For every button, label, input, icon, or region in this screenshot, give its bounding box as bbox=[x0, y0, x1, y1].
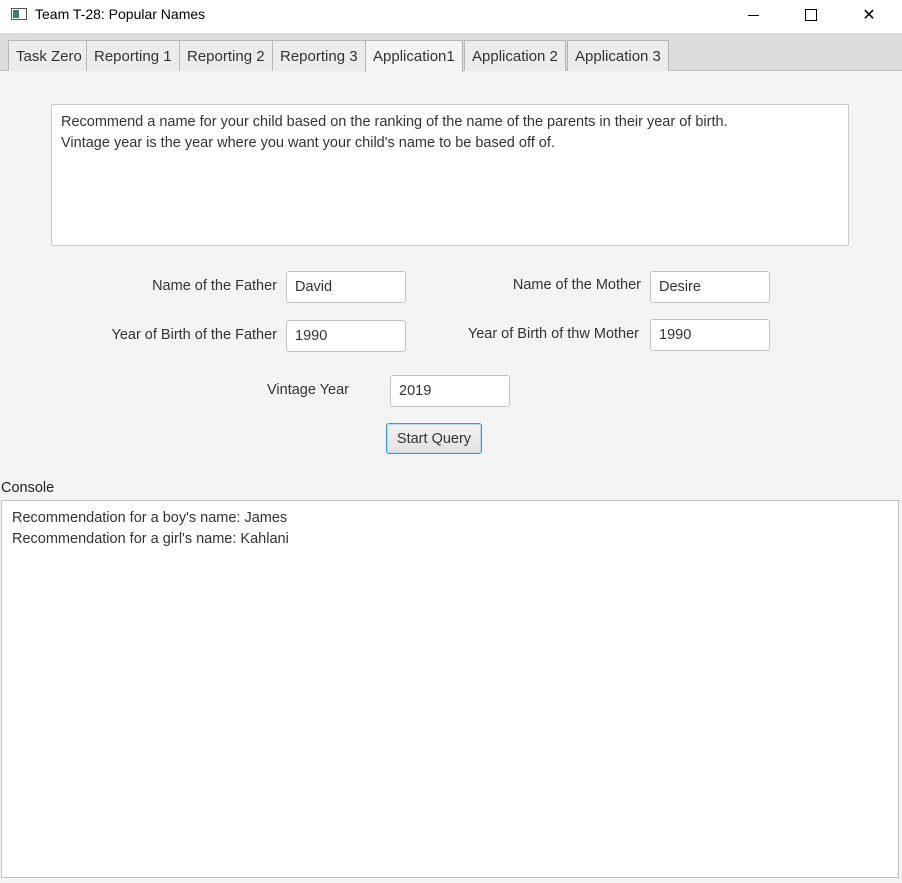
father-yob-input[interactable] bbox=[286, 320, 406, 352]
mother-yob-label: Year of Birth of thw Mother bbox=[467, 326, 639, 342]
father-yob-label: Year of Birth of the Father bbox=[111, 327, 277, 343]
console-output[interactable]: Recommendation for a boy's name: James R… bbox=[1, 500, 899, 878]
father-name-label: Name of the Father bbox=[152, 278, 277, 294]
vintage-year-input[interactable] bbox=[390, 375, 510, 407]
father-name-input[interactable] bbox=[286, 271, 406, 303]
tab-task-zero[interactable]: Task Zero bbox=[8, 40, 90, 71]
tab-application-1[interactable]: Application1 bbox=[365, 40, 463, 72]
maximize-button[interactable] bbox=[782, 0, 840, 30]
mother-name-input[interactable] bbox=[650, 271, 770, 303]
mother-name-label: Name of the Mother bbox=[512, 277, 641, 293]
minimize-button[interactable] bbox=[724, 0, 782, 30]
console-line: Recommendation for a girl's name: Kahlan… bbox=[12, 531, 289, 547]
description-line: Recommend a name for your child based on… bbox=[61, 114, 728, 130]
tab-reporting-2[interactable]: Reporting 2 bbox=[179, 40, 273, 71]
start-query-button[interactable]: Start Query bbox=[386, 423, 482, 454]
tab-application-2[interactable]: Application 2 bbox=[464, 40, 566, 71]
close-button[interactable]: ✕ bbox=[840, 0, 898, 30]
title-bar: Team T-28: Popular Names ✕ bbox=[0, 0, 902, 33]
close-icon: ✕ bbox=[862, 7, 876, 24]
minimize-icon bbox=[747, 14, 759, 16]
tab-reporting-3[interactable]: Reporting 3 bbox=[272, 40, 366, 71]
description-textarea[interactable]: Recommend a name for your child based on… bbox=[51, 104, 849, 246]
maximize-icon bbox=[805, 9, 817, 21]
window-title: Team T-28: Popular Names bbox=[35, 6, 206, 22]
console-line: Recommendation for a boy's name: James bbox=[12, 510, 288, 526]
console-label: Console bbox=[1, 480, 55, 496]
vintage-year-label: Vintage Year bbox=[267, 382, 349, 398]
tab-bar: Task Zero Reporting 1 Reporting 2 Report… bbox=[0, 33, 902, 72]
mother-yob-input[interactable] bbox=[650, 319, 770, 351]
description-line: Vintage year is the year where you want … bbox=[61, 135, 555, 151]
app-window-icon bbox=[11, 8, 27, 20]
tab-application-3[interactable]: Application 3 bbox=[567, 40, 669, 71]
tab-reporting-1[interactable]: Reporting 1 bbox=[86, 40, 180, 71]
